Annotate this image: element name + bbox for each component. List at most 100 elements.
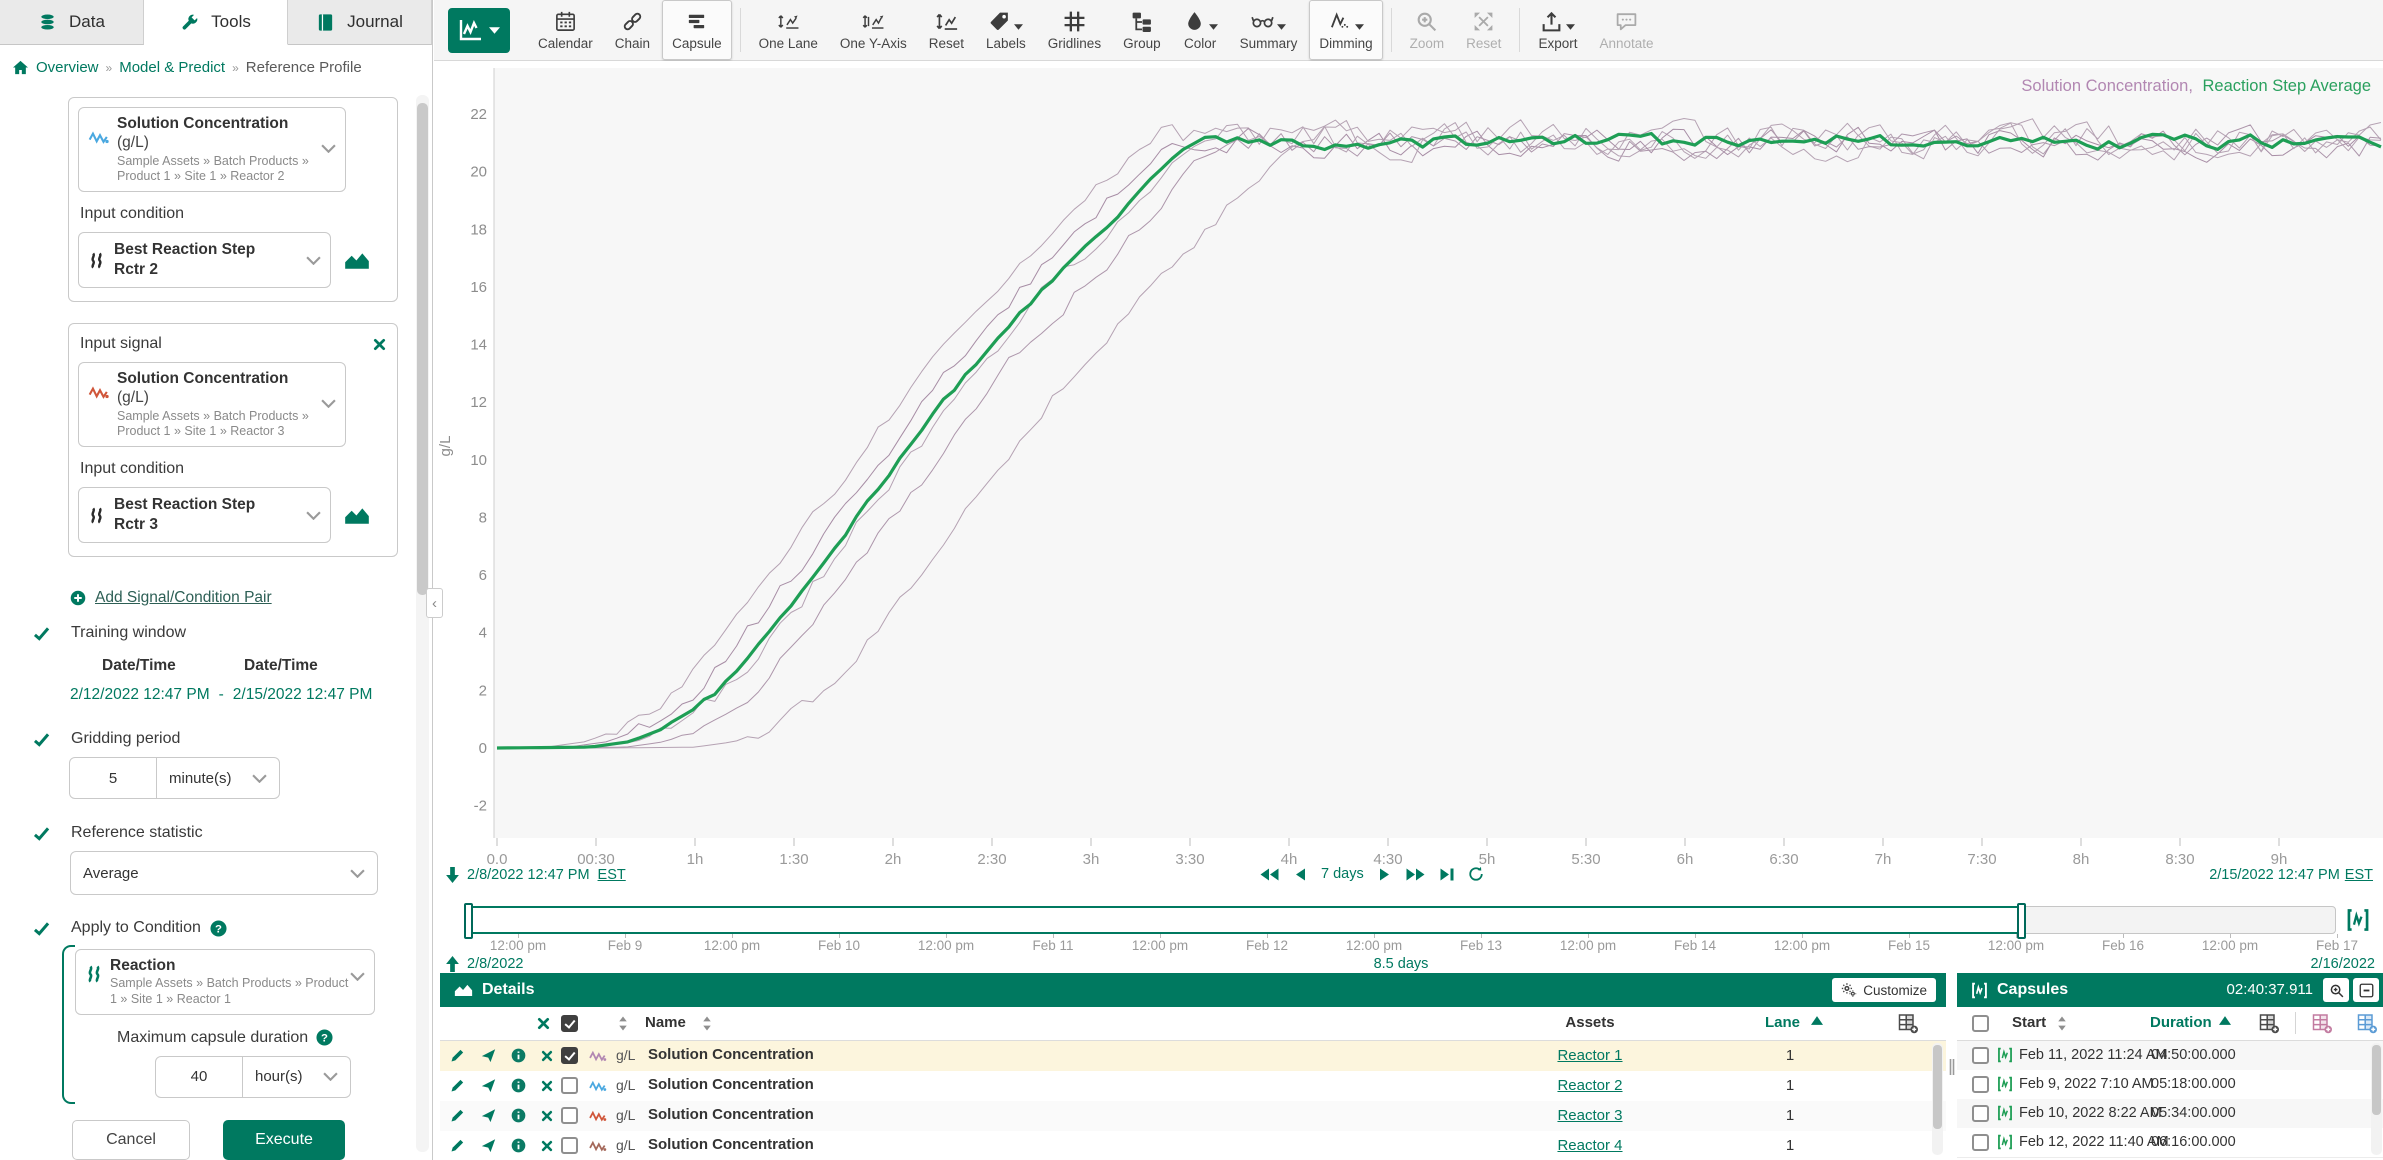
edit-item-icon[interactable]: [450, 1048, 465, 1063]
sort-ascending-icon[interactable]: [2219, 1016, 2231, 1025]
max-capsule-duration-unit-select[interactable]: hour(s): [243, 1056, 351, 1098]
help-icon[interactable]: ?: [210, 920, 227, 937]
sort-icon[interactable]: [702, 1016, 712, 1031]
remove-item-icon[interactable]: [541, 1050, 553, 1062]
column-header-name[interactable]: Name: [645, 1014, 686, 1031]
toolbar-button-dimming[interactable]: Dimming: [1309, 0, 1382, 60]
sort-icon[interactable]: [618, 1016, 628, 1031]
toolbar-button-gridlines[interactable]: Gridlines: [1038, 0, 1111, 60]
capsule-checkbox[interactable]: [1972, 1105, 1989, 1122]
gridding-period-value-input[interactable]: [69, 757, 157, 799]
view-capsules-chart-icon[interactable]: [344, 506, 370, 525]
asset-link[interactable]: Reactor 3: [1515, 1107, 1665, 1124]
toolbar-button-color[interactable]: Color: [1173, 0, 1228, 60]
item-info-icon[interactable]: [511, 1108, 526, 1123]
add-column-button[interactable]: [1898, 1013, 1919, 1034]
item-info-icon[interactable]: [511, 1078, 526, 1093]
toolbar-button-summary[interactable]: Summary: [1230, 0, 1308, 60]
capsule-checkbox[interactable]: [1972, 1076, 1989, 1093]
row-checkbox[interactable]: [561, 1137, 578, 1154]
asset-link[interactable]: Reactor 4: [1515, 1137, 1665, 1154]
row-checkbox[interactable]: [561, 1047, 578, 1064]
home-icon[interactable]: [12, 60, 29, 75]
asset-link[interactable]: Reactor 2: [1515, 1077, 1665, 1094]
column-header-duration[interactable]: Duration: [2150, 1014, 2212, 1031]
item-info-icon[interactable]: [511, 1048, 526, 1063]
training-window-range[interactable]: 2/12/2022 12:47 PM-2/15/2022 12:47 PM: [70, 686, 412, 704]
cancel-button[interactable]: Cancel: [72, 1120, 190, 1160]
edit-item-icon[interactable]: [450, 1108, 465, 1123]
condition-select[interactable]: Best Reaction Step Rctr 3: [78, 487, 331, 543]
remove-item-icon[interactable]: [541, 1140, 553, 1152]
remove-pair-icon[interactable]: [373, 338, 386, 351]
signal-select[interactable]: Solution Concentration (g/L)Sample Asset…: [78, 107, 346, 192]
capsules-scrollbar[interactable]: [2371, 1043, 2382, 1155]
capsule-row[interactable]: Feb 11, 2022 11:24 AM04:50:00.000: [1957, 1041, 2383, 1071]
column-header-start[interactable]: Start: [2012, 1014, 2046, 1031]
remove-item-icon[interactable]: [541, 1110, 553, 1122]
trend-chart[interactable]: 0.000:301h1:302h2:303h3:304h4:305h5:306h…: [434, 61, 2383, 897]
zoom-to-capsule-button[interactable]: [2323, 978, 2349, 1002]
step-forward-icon[interactable]: [1377, 868, 1392, 881]
select-all-capsules-checkbox[interactable]: [1972, 1015, 1989, 1032]
sidebar-scrollbar[interactable]: [416, 95, 429, 1152]
max-capsule-duration-value-input[interactable]: [155, 1056, 243, 1098]
collapse-sidebar-button[interactable]: ‹: [426, 588, 443, 618]
gridding-period-unit-select[interactable]: minute(s): [157, 757, 280, 799]
tab-data[interactable]: Data: [0, 0, 144, 45]
display-type-selector-button[interactable]: [448, 8, 510, 53]
panel-resize-handle[interactable]: [1948, 1058, 1956, 1076]
signal-select[interactable]: Solution Concentration (g/L)Sample Asset…: [78, 362, 346, 447]
toolbar-button-one-lane[interactable]: One Lane: [749, 0, 828, 60]
step-back-full-icon[interactable]: [1259, 868, 1280, 881]
collapse-capsules-button[interactable]: [2353, 978, 2379, 1002]
add-signal-condition-pair-link[interactable]: Add Signal/Condition Pair: [95, 589, 272, 607]
row-checkbox[interactable]: [561, 1107, 578, 1124]
toolbar-button-one-y-axis[interactable]: One Y-Axis: [830, 0, 917, 60]
toolbar-button-export[interactable]: Export: [1528, 0, 1587, 60]
execute-button[interactable]: Execute: [223, 1120, 345, 1160]
tab-tools[interactable]: Tools: [144, 0, 288, 45]
add-signal-column-button[interactable]: [2312, 1013, 2333, 1034]
send-to-display-icon[interactable]: [481, 1048, 496, 1063]
add-condition-column-button[interactable]: [2357, 1013, 2378, 1034]
send-to-display-icon[interactable]: [481, 1078, 496, 1093]
investigate-left-handle[interactable]: [464, 903, 473, 939]
row-checkbox[interactable]: [561, 1077, 578, 1094]
details-row[interactable]: g/LSolution ConcentrationReactor 31: [440, 1101, 1946, 1132]
capsule-checkbox[interactable]: [1972, 1134, 1989, 1151]
breadcrumb-link-model-predict[interactable]: Model & Predict: [119, 59, 225, 76]
toolbar-button-reset[interactable]: Reset: [919, 0, 974, 60]
capsule-row[interactable]: Feb 10, 2022 8:22 AM05:34:00.000: [1957, 1099, 2383, 1129]
timezone-link[interactable]: EST: [598, 867, 626, 883]
send-to-display-icon[interactable]: [481, 1108, 496, 1123]
toolbar-button-chain[interactable]: Chain: [605, 0, 660, 60]
capsule-checkbox[interactable]: [1972, 1047, 1989, 1064]
remove-item-icon[interactable]: [541, 1080, 553, 1092]
reference-statistic-select[interactable]: Average: [70, 851, 378, 895]
investigate-right-handle[interactable]: [2017, 903, 2026, 939]
toolbar-button-labels[interactable]: Labels: [976, 0, 1036, 60]
details-row[interactable]: g/LSolution ConcentrationReactor 41: [440, 1131, 1946, 1160]
help-icon[interactable]: ?: [316, 1029, 333, 1046]
sort-icon[interactable]: [2057, 1016, 2067, 1031]
investigate-selected-region[interactable]: [466, 906, 2022, 934]
condition-select[interactable]: Best Reaction Step Rctr 2: [78, 232, 331, 288]
toolbar-button-calendar[interactable]: Calendar: [528, 0, 603, 60]
remove-all-items-icon[interactable]: [537, 1017, 550, 1030]
investigate-range-track[interactable]: [466, 906, 2336, 934]
select-all-checkbox[interactable]: [561, 1015, 578, 1032]
details-row[interactable]: g/LSolution ConcentrationReactor 21: [440, 1071, 1946, 1102]
tab-journal[interactable]: Journal: [288, 0, 432, 45]
capsule-row[interactable]: Feb 9, 2022 7:10 AM05:18:00.000: [1957, 1070, 2383, 1100]
edit-item-icon[interactable]: [450, 1078, 465, 1093]
capsule-row[interactable]: Feb 12, 2022 11:40 AM06:16:00.000: [1957, 1128, 2383, 1158]
apply-condition-select[interactable]: Reaction Sample Assets » Batch Products …: [75, 949, 375, 1015]
item-info-icon[interactable]: [511, 1138, 526, 1153]
trend-plot[interactable]: 0.000:301h1:302h2:303h3:304h4:305h5:306h…: [434, 61, 2383, 897]
edit-item-icon[interactable]: [450, 1138, 465, 1153]
add-column-button[interactable]: [2259, 1013, 2280, 1034]
step-back-icon[interactable]: [1293, 868, 1308, 881]
capsule-lane-icon[interactable]: [2346, 908, 2370, 932]
details-row[interactable]: g/LSolution ConcentrationReactor 11: [440, 1041, 1946, 1072]
